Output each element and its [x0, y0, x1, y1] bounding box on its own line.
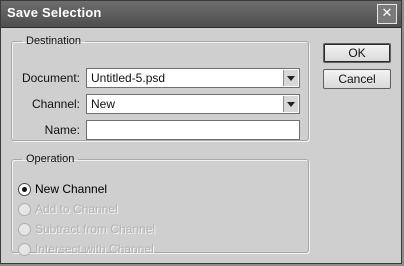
radio-intersect-with-channel[interactable]: Intersect with Channel [18, 241, 154, 257]
radio-label: Subtract from Channel [35, 222, 156, 236]
radio-label: Intersect with Channel [35, 242, 154, 256]
close-icon[interactable]: ✕ [377, 4, 397, 24]
name-label: Name: [44, 123, 80, 137]
ok-button[interactable]: OK [323, 43, 391, 63]
destination-group: Destination Document: Untitled-5.psd Cha… [11, 35, 309, 141]
title-bar: Save Selection ✕ [1, 1, 401, 28]
radio-button[interactable] [18, 222, 31, 236]
radio-label: New Channel [35, 182, 108, 196]
chevron-down-icon [283, 70, 298, 86]
radio-button[interactable] [18, 202, 31, 216]
radio-add-to-channel[interactable]: Add to Channel [18, 201, 118, 217]
radio-button[interactable] [18, 182, 31, 196]
document-label: Document: [21, 71, 80, 85]
channel-select-value: New [91, 97, 116, 111]
chevron-down-icon [283, 96, 298, 112]
operation-group: Operation New Channel Add to Channel Sub… [11, 153, 309, 256]
cancel-button[interactable]: Cancel [323, 69, 391, 89]
destination-legend: Destination [26, 35, 82, 47]
operation-legend: Operation [26, 153, 75, 165]
document-select[interactable]: Untitled-5.psd [86, 68, 300, 88]
radio-button[interactable] [18, 242, 31, 256]
channel-label: Channel: [31, 97, 80, 111]
radio-subtract-from-channel[interactable]: Subtract from Channel [18, 221, 155, 237]
document-select-value: Untitled-5.psd [91, 71, 166, 85]
save-selection-dialog: Save Selection ✕ Destination Document: U… [0, 0, 402, 264]
name-input[interactable] [86, 120, 300, 140]
dialog-title: Save Selection [7, 5, 102, 20]
radio-label: Add to Channel [35, 202, 118, 216]
radio-new-channel[interactable]: New Channel [18, 181, 107, 197]
channel-select[interactable]: New [86, 94, 300, 114]
